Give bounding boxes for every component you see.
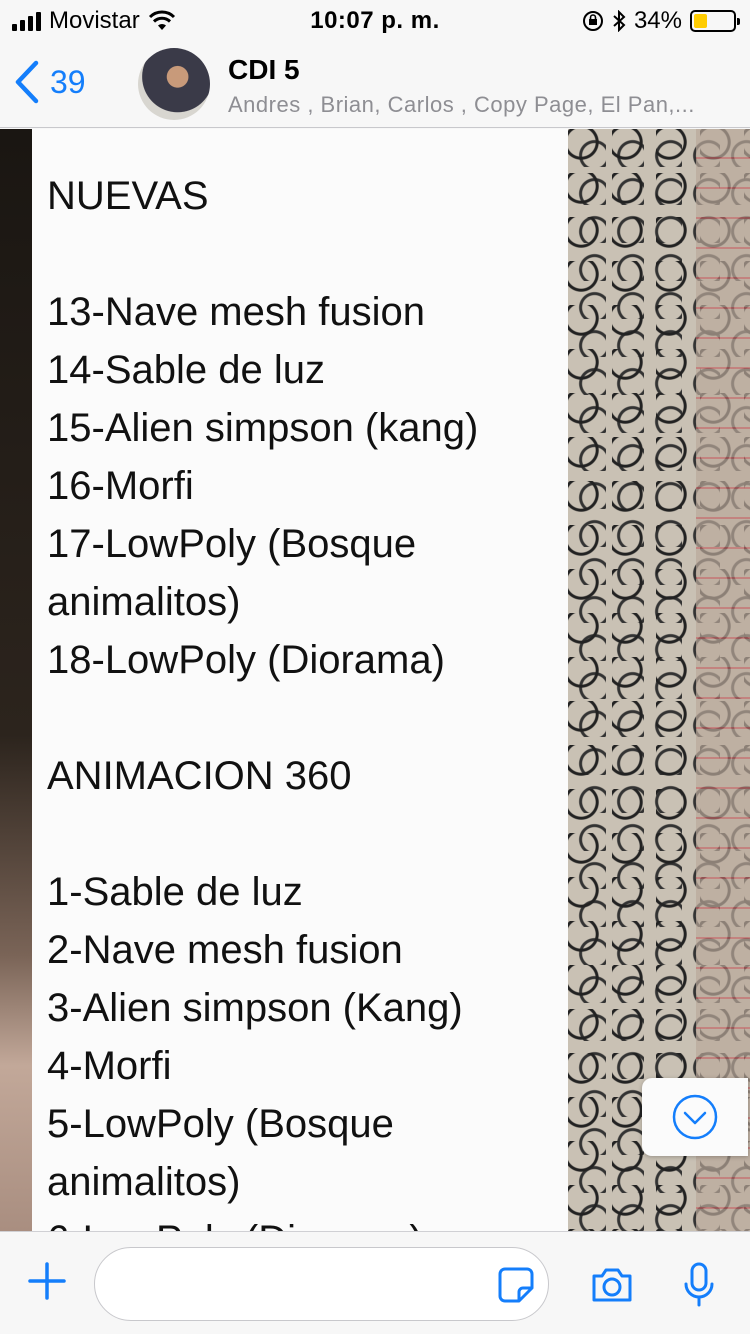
message-line: 3-Alien simpson (Kang)	[47, 986, 463, 1030]
message-line: 14-Sable de luz	[47, 348, 325, 392]
message-line: 16-Morfi	[47, 464, 194, 508]
chat-title[interactable]: CDI 5	[228, 54, 300, 86]
message-line: ANIMACION 360	[47, 754, 352, 798]
message-input[interactable]	[94, 1247, 549, 1321]
message-line: 1-Sable de luz	[47, 870, 303, 914]
camera-icon[interactable]	[590, 1266, 634, 1304]
message-line: animalitos)	[47, 580, 241, 624]
back-button[interactable]: 39	[14, 60, 86, 104]
battery-level	[694, 14, 707, 28]
message-line: 6-LowPoly (Diorama)	[47, 1211, 568, 1231]
sticker-icon[interactable]	[497, 1266, 535, 1304]
status-bar: Movistar 10:07 p. m. 34%	[0, 0, 750, 40]
unread-count: 39	[50, 63, 86, 100]
input-bar	[0, 1231, 750, 1334]
chevron-left-icon	[15, 60, 39, 104]
message-line: 15-Alien simpson (kang)	[47, 406, 479, 450]
battery-percent: 34%	[633, 7, 682, 34]
message-line	[47, 225, 568, 283]
status-right: 34%	[582, 7, 740, 35]
participants-list[interactable]: Andres , Brian, Carlos , Copy Page, El P…	[228, 92, 728, 118]
message-line: 5-LowPoly (Bosque	[47, 1102, 394, 1146]
orientation-lock-icon	[582, 11, 603, 31]
message-line: 2-Nave mesh fusion	[47, 928, 403, 972]
message-line: 4-Morfi	[47, 1044, 172, 1088]
message-line: 17-LowPoly (Bosque	[47, 522, 417, 566]
chat-header: 39 CDI 5 Andres , Brian, Carlos , Copy P…	[0, 40, 750, 128]
plus-icon[interactable]	[28, 1262, 66, 1300]
message-line: 18-LowPoly (Diorama)	[47, 638, 445, 682]
battery-icon	[690, 10, 740, 32]
scroll-to-bottom-button[interactable]	[642, 1078, 748, 1156]
message-line: NUEVAS	[47, 174, 209, 218]
photo-background	[0, 129, 32, 1231]
message-bubble[interactable]: NUEVAS 13-Nave mesh fusion 14-Sable de lu…	[32, 129, 568, 1231]
message-line	[47, 689, 568, 747]
message-line: 13-Nave mesh fusion	[47, 290, 425, 334]
message-line: animalitos)	[47, 1160, 241, 1204]
message-line	[47, 805, 568, 863]
photo-background	[568, 129, 750, 1231]
microphone-icon[interactable]	[682, 1262, 716, 1308]
bluetooth-icon	[613, 10, 626, 32]
group-avatar[interactable]	[138, 48, 210, 120]
message-text: NUEVAS 13-Nave mesh fusion 14-Sable de lu…	[47, 167, 568, 1231]
chat-area[interactable]: NUEVAS 13-Nave mesh fusion 14-Sable de lu…	[0, 129, 750, 1231]
chevron-down-circle-icon	[672, 1094, 718, 1140]
